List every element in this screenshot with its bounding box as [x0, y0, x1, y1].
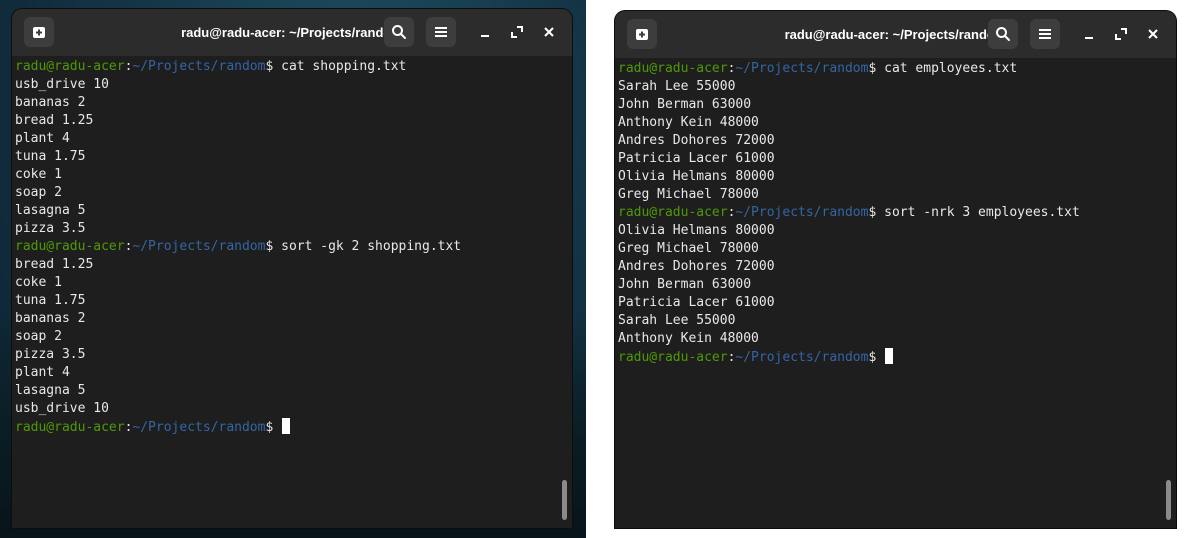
output-line: Sarah Lee 55000 [618, 79, 736, 94]
output-line: Greg Michael 78000 [618, 187, 759, 202]
command-text: $ sort -gk 2 shopping.txt [265, 239, 462, 254]
output-line: Anthony Kein 48000 [618, 331, 759, 346]
prompt-path: ~/Projects/random [735, 61, 869, 76]
output-line: bread 1.25 [15, 257, 94, 272]
output-line: soap 2 [15, 185, 62, 200]
output-line: Greg Michael 78000 [618, 241, 759, 256]
text-cursor [282, 418, 291, 434]
minimize-button[interactable] [1074, 19, 1104, 49]
terminal-window-right[interactable]: radu@radu-acer: ~/Projects/random radu@r… [615, 11, 1176, 528]
minimize-icon [481, 35, 489, 37]
prompt-user: radu@radu-acer [618, 350, 728, 365]
search-button[interactable] [988, 19, 1018, 49]
search-icon [996, 27, 1010, 41]
prompt-path: ~/Projects/random [132, 420, 266, 435]
prompt-user: radu@radu-acer [15, 420, 125, 435]
minimize-button[interactable] [470, 17, 500, 47]
prompt-line: radu@radu-acer:~/Projects/random$ sort -… [618, 204, 1162, 222]
output-line: lasagna 5 [15, 203, 86, 218]
hamburger-menu-icon [1039, 29, 1051, 39]
prompt-user: radu@radu-acer [618, 205, 728, 220]
output-line: pizza 3.5 [15, 221, 86, 236]
prompt-user: radu@radu-acer [618, 61, 728, 76]
output-line: bananas 2 [15, 95, 86, 110]
scrollbar[interactable] [562, 480, 567, 520]
prompt-line: radu@radu-acer:~/Projects/random$ sort -… [15, 238, 558, 256]
output-line: pizza 3.5 [15, 347, 86, 362]
output-line: Anthony Kein 48000 [618, 115, 759, 130]
new-tab-button[interactable] [24, 17, 54, 47]
text-cursor [885, 348, 894, 364]
maximize-button[interactable] [1106, 19, 1136, 49]
command-text: $ sort -nrk 3 employees.txt [868, 205, 1080, 220]
output-line: coke 1 [15, 167, 62, 182]
prompt-line: radu@radu-acer:~/Projects/random$ [618, 348, 1162, 366]
command-text: $ [868, 350, 885, 365]
output-line: plant 4 [15, 131, 70, 146]
prompt-user: radu@radu-acer [15, 239, 125, 254]
terminal-output[interactable]: radu@radu-acer:~/Projects/random$ cat em… [618, 58, 1162, 528]
output-line: tuna 1.75 [15, 293, 86, 308]
titlebar[interactable]: radu@radu-acer: ~/Projects/random [12, 9, 572, 56]
prompt-path: ~/Projects/random [735, 350, 869, 365]
output-line: Andres Dohores 72000 [618, 133, 775, 148]
output-line: Andres Dohores 72000 [618, 259, 775, 274]
output-line: John Berman 63000 [618, 277, 752, 292]
terminal-window-left[interactable]: radu@radu-acer: ~/Projects/random radu@r… [12, 9, 572, 528]
output-line: usb_drive 10 [15, 401, 109, 416]
output-line: bread 1.25 [15, 113, 94, 128]
output-line: Sarah Lee 55000 [618, 313, 736, 328]
menu-button[interactable] [1030, 19, 1060, 49]
prompt-path: ~/Projects/random [132, 239, 266, 254]
command-text: $ [265, 420, 282, 435]
output-line: soap 2 [15, 329, 62, 344]
new-tab-icon [33, 27, 45, 38]
prompt-line: radu@radu-acer:~/Projects/random$ [15, 418, 558, 436]
output-line: Patricia Lacer 61000 [618, 151, 775, 166]
titlebar[interactable]: radu@radu-acer: ~/Projects/random [615, 11, 1176, 58]
close-button[interactable] [534, 17, 564, 47]
prompt-line: radu@radu-acer:~/Projects/random$ cat em… [618, 60, 1162, 78]
command-text: $ cat employees.txt [868, 61, 1018, 76]
output-line: plant 4 [15, 365, 70, 380]
search-button[interactable] [384, 17, 414, 47]
close-icon [1148, 29, 1158, 39]
output-line: Olivia Helmans 80000 [618, 169, 775, 184]
prompt-line: radu@radu-acer:~/Projects/random$ cat sh… [15, 58, 558, 76]
menu-button[interactable] [426, 17, 456, 47]
terminal-output[interactable]: radu@radu-acer:~/Projects/random$ cat sh… [15, 56, 558, 528]
output-line: usb_drive 10 [15, 77, 109, 92]
command-text: $ cat shopping.txt [265, 59, 407, 74]
maximize-icon [1115, 28, 1127, 40]
close-icon [544, 27, 554, 37]
search-icon [392, 25, 406, 39]
close-button[interactable] [1138, 19, 1168, 49]
output-line: Olivia Helmans 80000 [618, 223, 775, 238]
scrollbar[interactable] [1166, 480, 1171, 520]
maximize-icon [511, 26, 523, 38]
prompt-path: ~/Projects/random [132, 59, 266, 74]
output-line: tuna 1.75 [15, 149, 86, 164]
new-tab-icon [636, 29, 648, 40]
new-tab-button[interactable] [627, 19, 657, 49]
hamburger-menu-icon [435, 27, 447, 37]
prompt-user: radu@radu-acer [15, 59, 125, 74]
output-line: lasagna 5 [15, 383, 86, 398]
minimize-icon [1085, 37, 1093, 39]
output-line: coke 1 [15, 275, 62, 290]
prompt-path: ~/Projects/random [735, 205, 869, 220]
output-line: John Berman 63000 [618, 97, 752, 112]
maximize-button[interactable] [502, 17, 532, 47]
output-line: Patricia Lacer 61000 [618, 295, 775, 310]
output-line: bananas 2 [15, 311, 86, 326]
